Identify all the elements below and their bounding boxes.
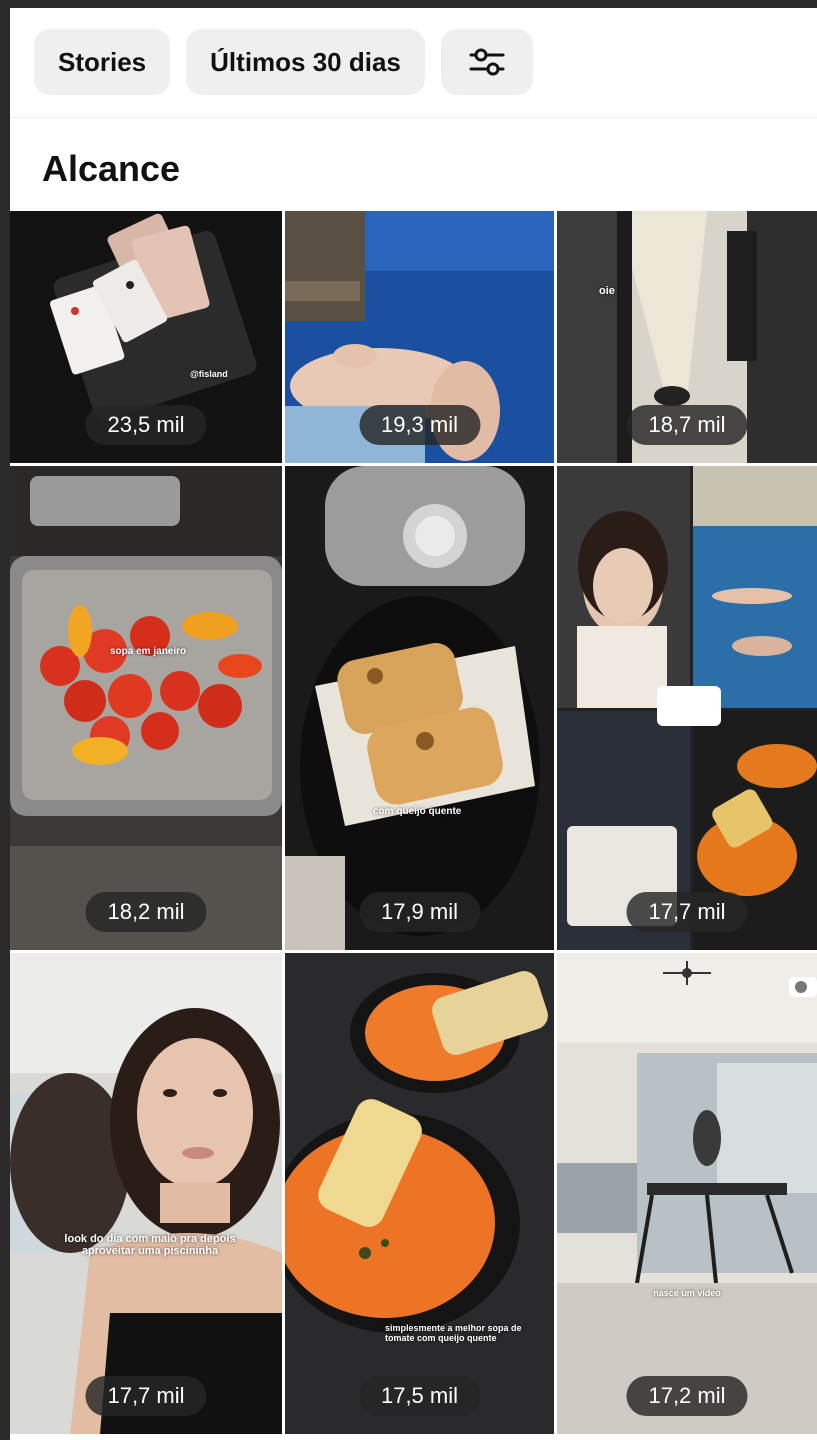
stories-grid: @fisland 23,5 mil 19,3 mil oie 18,7 mil …: [10, 211, 817, 1440]
story-thumbnail[interactable]: @fisland 23,5 mil: [10, 211, 282, 463]
story-thumbnail[interactable]: simplesmente a melhor sopa de tomate com…: [285, 953, 554, 1434]
story-caption: look do dia com maiô pra depois aproveit…: [64, 1233, 236, 1257]
reach-badge: 17,5 mil: [358, 1376, 481, 1416]
story-caption: @fisland: [190, 369, 228, 379]
story-thumbnail[interactable]: nasce um vídeo 17,2 mil: [557, 953, 817, 1434]
living-room-photo: [557, 953, 817, 1434]
reach-badge: 17,9 mil: [358, 892, 481, 932]
collage-photo: [557, 466, 817, 950]
reach-badge: 17,7 mil: [85, 1376, 207, 1416]
airfryer-photo: [285, 466, 554, 950]
insights-page: Stories Últimos 30 dias Alcance @fisland…: [10, 8, 817, 1440]
story-thumbnail[interactable]: oie 18,7 mil: [557, 211, 817, 463]
reach-badge: 19,3 mil: [358, 405, 481, 445]
story-caption: sopa em janeiro: [110, 646, 187, 657]
story-caption: com queijo quente: [373, 806, 462, 817]
reach-badge: 17,7 mil: [626, 892, 748, 932]
camera-icon: [789, 977, 817, 997]
tomatoes-photo: [10, 466, 282, 950]
story-thumbnail[interactable]: look do dia com maiô pra depois aproveit…: [10, 953, 282, 1434]
reach-badge: 18,2 mil: [85, 892, 207, 932]
header-divider: [10, 117, 817, 118]
story-caption: simplesmente a melhor sopa de tomate com…: [385, 1323, 522, 1343]
story-caption: oie: [599, 285, 615, 297]
section-title: Alcance: [42, 148, 181, 189]
soup-photo: [285, 953, 554, 1434]
reach-badge: 17,2 mil: [626, 1376, 748, 1416]
selfie-photo: [10, 953, 282, 1434]
period-filter-chip[interactable]: Últimos 30 dias: [186, 29, 425, 95]
sliders-icon: [469, 48, 505, 76]
story-thumbnail[interactable]: com queijo quente 17,9 mil: [285, 466, 554, 950]
reach-badge: 23,5 mil: [85, 405, 207, 445]
filter-bar: Stories Últimos 30 dias: [10, 8, 817, 116]
reach-badge: 18,7 mil: [626, 405, 748, 445]
story-caption: nasce um vídeo: [653, 1288, 721, 1298]
stories-filter-chip[interactable]: Stories: [34, 29, 171, 95]
story-thumbnail[interactable]: 17,7 mil: [557, 466, 817, 950]
story-thumbnail[interactable]: 19,3 mil: [285, 211, 554, 463]
filter-settings-button[interactable]: [440, 29, 533, 95]
story-thumbnail[interactable]: sopa em janeiro 18,2 mil: [10, 466, 282, 950]
